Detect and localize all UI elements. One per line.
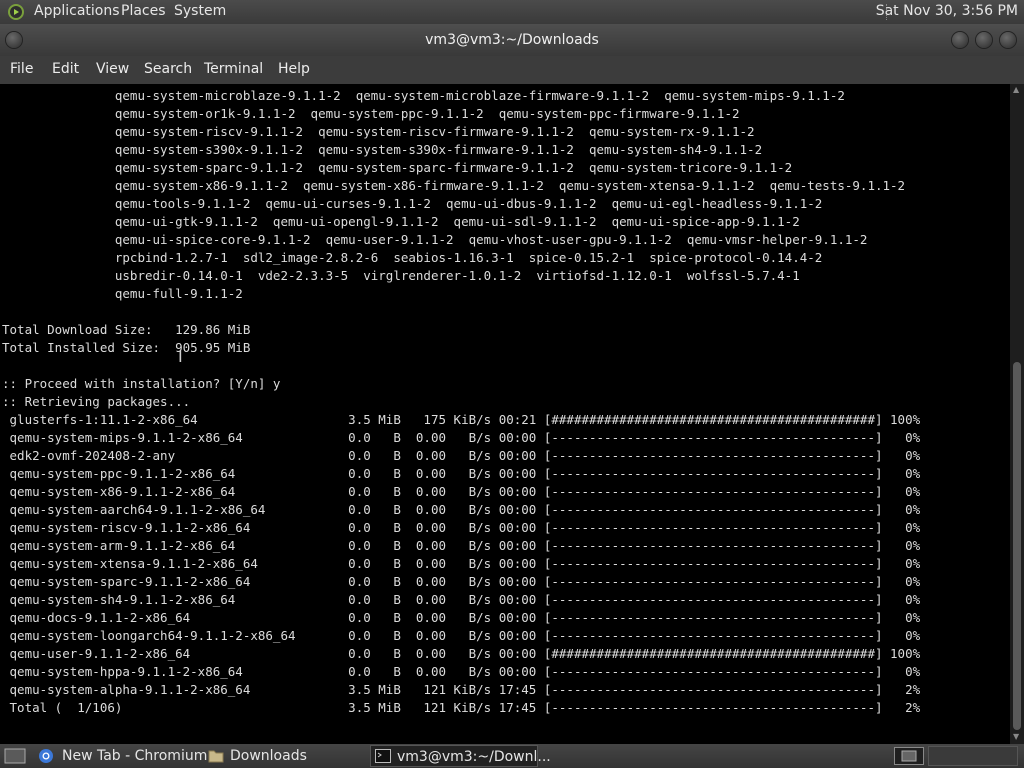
terminal-icon [375,749,391,763]
terminal-text: qemu-system-microblaze-9.1.1-2 qemu-syst… [2,88,921,715]
terminal-output[interactable]: qemu-system-microblaze-9.1.1-2 qemu-syst… [0,84,1010,744]
task-downloads[interactable]: Downloads [204,745,364,767]
minimize-button[interactable] [952,32,968,48]
system-menu[interactable]: System [174,3,226,19]
window-title: vm3@vm3:~/Downloads [425,32,599,48]
scroll-up-icon[interactable]: ▲ [1013,86,1021,94]
close-button[interactable] [1000,32,1016,48]
menu-terminal[interactable]: Terminal [204,61,263,77]
app-launcher-icon[interactable] [8,4,24,20]
menu-view[interactable]: View [96,61,129,77]
scroll-down-icon[interactable]: ▼ [1013,733,1021,741]
folder-icon [208,750,224,763]
menu-search[interactable]: Search [144,61,192,77]
terminal-scrollbar[interactable]: ▲ ▼ [1010,84,1024,744]
menu-help[interactable]: Help [278,61,310,77]
workspace-pager[interactable] [928,746,1018,766]
top-panel: Applications Places System Sat Nov 30, 3… [0,0,1024,24]
applications-menu[interactable]: Applications [34,3,120,19]
places-menu[interactable]: Places [121,3,166,19]
scrollbar-thumb[interactable] [1013,362,1021,730]
workspace-switcher-icon[interactable] [894,747,924,765]
task-label: Downloads [230,748,307,764]
chromium-icon [39,749,53,763]
clock[interactable]: Sat Nov 30, 3:56 PM [876,3,1018,19]
terminal-menu-bar: File Edit View Search Terminal Help [0,56,1024,84]
task-label: vm3@vm3:~/Downl... [397,749,551,765]
task-label: New Tab - Chromium [62,748,208,764]
task-terminal[interactable]: vm3@vm3:~/Downl... [370,745,551,767]
window-title-bar[interactable]: vm3@vm3:~/Downloads [0,24,1024,56]
text-cursor-icon: I [178,347,183,366]
bottom-panel: New Tab - Chromium Downloads vm3@vm3:~/D… [0,744,1024,768]
menu-file[interactable]: File [10,61,33,77]
maximize-button[interactable] [976,32,992,48]
show-desktop-icon[interactable] [4,748,26,764]
menu-edit[interactable]: Edit [52,61,79,77]
task-chromium[interactable]: New Tab - Chromium [34,745,207,767]
